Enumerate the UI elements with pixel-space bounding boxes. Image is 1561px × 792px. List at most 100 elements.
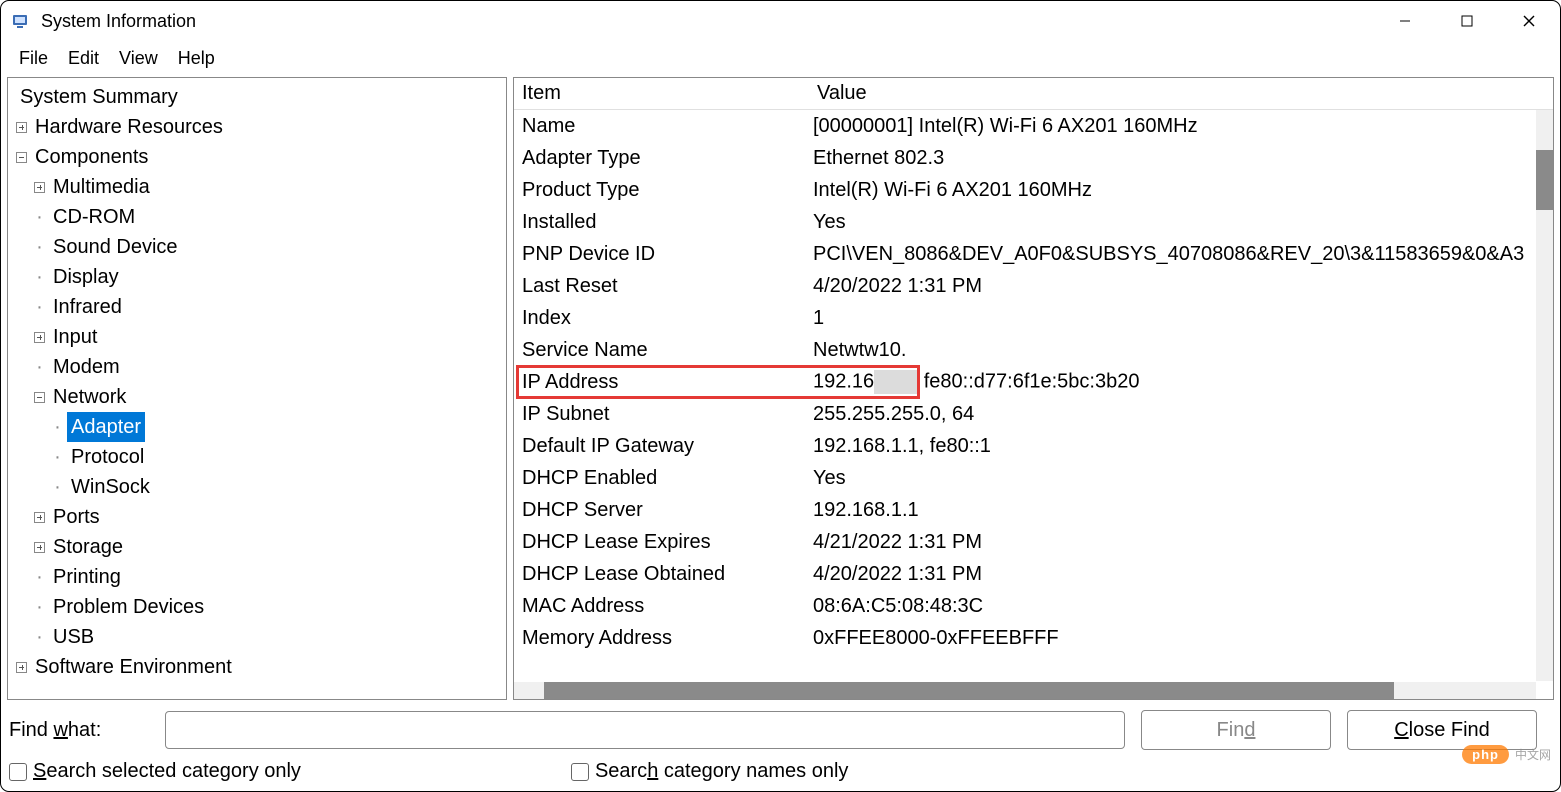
expand-icon[interactable] — [34, 542, 45, 553]
cell-item: MAC Address — [514, 595, 809, 618]
collapse-icon[interactable] — [16, 152, 27, 163]
cell-value: 4/20/2022 1:31 PM — [809, 275, 1553, 298]
cell-value: Yes — [809, 467, 1553, 490]
tree-hardware-resources[interactable]: Hardware Resources — [16, 112, 504, 142]
cell-value: Netwtw10. — [809, 339, 1553, 362]
col-value[interactable]: Value — [809, 78, 1553, 109]
cell-item: Index — [514, 307, 809, 330]
table-row[interactable]: Last Reset4/20/2022 1:31 PM — [514, 270, 1553, 302]
cell-value: 1 — [809, 307, 1553, 330]
watermark-tag: php — [1462, 745, 1509, 764]
tree-sound-device[interactable]: ·Sound Device — [34, 232, 504, 262]
menu-help[interactable]: Help — [168, 44, 225, 73]
tree-display[interactable]: ·Display — [34, 262, 504, 292]
category-tree[interactable]: System Summary Hardware Resources Compon… — [7, 77, 507, 700]
cell-value: 192.168.1.1, fe80::1 — [809, 435, 1553, 458]
tree-software-environment[interactable]: Software Environment — [16, 652, 504, 682]
expand-icon[interactable] — [34, 182, 45, 193]
cell-value: 192.16 fe80::d77:6f1e:5bc:3b20 — [809, 370, 1553, 394]
collapse-icon[interactable] — [34, 392, 45, 403]
tree-storage[interactable]: Storage — [34, 532, 504, 562]
watermark: php 中文网 — [1462, 745, 1551, 764]
tree-components[interactable]: Components — [16, 142, 504, 172]
vertical-scrollbar[interactable] — [1536, 110, 1553, 681]
cell-value: [00000001] Intel(R) Wi-Fi 6 AX201 160MHz — [809, 115, 1553, 138]
minimize-button[interactable] — [1374, 1, 1436, 41]
cell-item: Name — [514, 115, 809, 138]
cell-item: DHCP Server — [514, 499, 809, 522]
cell-item: Last Reset — [514, 275, 809, 298]
tree-cdrom[interactable]: ·CD-ROM — [34, 202, 504, 232]
details-grid: Item Value Name[00000001] Intel(R) Wi-Fi… — [513, 77, 1554, 700]
cell-value: 192.168.1.1 — [809, 499, 1553, 522]
tree-network[interactable]: Network — [34, 382, 504, 412]
expand-icon[interactable] — [34, 332, 45, 343]
close-find-button[interactable]: Close Find — [1347, 710, 1537, 750]
tree-input[interactable]: Input — [34, 322, 504, 352]
table-row[interactable]: Memory Address0xFFEE8000-0xFFEEBFFF — [514, 622, 1553, 654]
tree-printing[interactable]: ·Printing — [34, 562, 504, 592]
window-title: System Information — [41, 11, 1374, 32]
table-row[interactable]: DHCP Server192.168.1.1 — [514, 494, 1553, 526]
table-row[interactable]: Default IP Gateway192.168.1.1, fe80::1 — [514, 430, 1553, 462]
cell-item: Service Name — [514, 339, 809, 362]
cell-item: DHCP Enabled — [514, 467, 809, 490]
table-row[interactable]: DHCP Lease Expires4/21/2022 1:31 PM — [514, 526, 1553, 558]
table-row[interactable]: Name[00000001] Intel(R) Wi-Fi 6 AX201 16… — [514, 110, 1553, 142]
tree-adapter[interactable]: ·Adapter — [52, 412, 504, 442]
tree-problem-devices[interactable]: ·Problem Devices — [34, 592, 504, 622]
cell-item: Product Type — [514, 179, 809, 202]
table-row[interactable]: DHCP EnabledYes — [514, 462, 1553, 494]
watermark-text: 中文网 — [1515, 746, 1551, 763]
tree-winsock[interactable]: ·WinSock — [52, 472, 504, 502]
table-row[interactable]: DHCP Lease Obtained4/20/2022 1:31 PM — [514, 558, 1553, 590]
col-item[interactable]: Item — [514, 78, 809, 109]
table-row[interactable]: Index1 — [514, 302, 1553, 334]
expand-icon[interactable] — [16, 122, 27, 133]
cell-value: 4/21/2022 1:31 PM — [809, 531, 1553, 554]
find-input[interactable] — [165, 711, 1125, 749]
table-row[interactable]: Adapter TypeEthernet 802.3 — [514, 142, 1553, 174]
menu-file[interactable]: File — [9, 44, 58, 73]
table-row[interactable]: PNP Device IDPCI\VEN_8086&DEV_A0F0&SUBSY… — [514, 238, 1553, 270]
tree-system-summary[interactable]: System Summary — [16, 82, 504, 112]
tree-usb[interactable]: ·USB — [34, 622, 504, 652]
table-row[interactable]: MAC Address08:6A:C5:08:48:3C — [514, 590, 1553, 622]
grid-header[interactable]: Item Value — [514, 78, 1553, 110]
scrollbar-thumb[interactable] — [1536, 150, 1553, 210]
tree-ports[interactable]: Ports — [34, 502, 504, 532]
opt-category-names[interactable]: Search category names only — [571, 760, 848, 783]
tree-modem[interactable]: ·Modem — [34, 352, 504, 382]
table-row[interactable]: InstalledYes — [514, 206, 1553, 238]
cell-item: IP Subnet — [514, 403, 809, 426]
close-button[interactable] — [1498, 1, 1560, 41]
titlebar: System Information — [1, 1, 1560, 41]
menubar: File Edit View Help — [1, 41, 1560, 75]
table-row[interactable]: IP Subnet255.255.255.0, 64 — [514, 398, 1553, 430]
table-row[interactable]: Service NameNetwtw10. — [514, 334, 1553, 366]
expand-icon[interactable] — [16, 662, 27, 673]
find-label: Find what: — [9, 719, 149, 742]
maximize-button[interactable] — [1436, 1, 1498, 41]
table-row[interactable]: Product TypeIntel(R) Wi-Fi 6 AX201 160MH… — [514, 174, 1553, 206]
checkbox[interactable] — [9, 763, 27, 781]
horizontal-scrollbar[interactable] — [514, 682, 1536, 699]
expand-icon[interactable] — [34, 512, 45, 523]
cell-value: Yes — [809, 211, 1553, 234]
cell-item: DHCP Lease Obtained — [514, 563, 809, 586]
tree-multimedia[interactable]: Multimedia — [34, 172, 504, 202]
tree-infrared[interactable]: ·Infrared — [34, 292, 504, 322]
find-button[interactable]: Find — [1141, 710, 1331, 750]
menu-view[interactable]: View — [109, 44, 168, 73]
cell-item: Adapter Type — [514, 147, 809, 170]
app-icon — [11, 11, 31, 31]
tree-protocol[interactable]: ·Protocol — [52, 442, 504, 472]
scrollbar-thumb[interactable] — [544, 682, 1394, 699]
menu-edit[interactable]: Edit — [58, 44, 109, 73]
checkbox[interactable] — [571, 763, 589, 781]
cell-value: PCI\VEN_8086&DEV_A0F0&SUBSYS_40708086&RE… — [809, 243, 1553, 266]
opt-selected-category[interactable]: Search selected category only — [9, 760, 301, 783]
cell-item: PNP Device ID — [514, 243, 809, 266]
table-row-ip-address[interactable]: IP Address192.16 fe80::d77:6f1e:5bc:3b20 — [514, 366, 1553, 398]
cell-value: 08:6A:C5:08:48:3C — [809, 595, 1553, 618]
